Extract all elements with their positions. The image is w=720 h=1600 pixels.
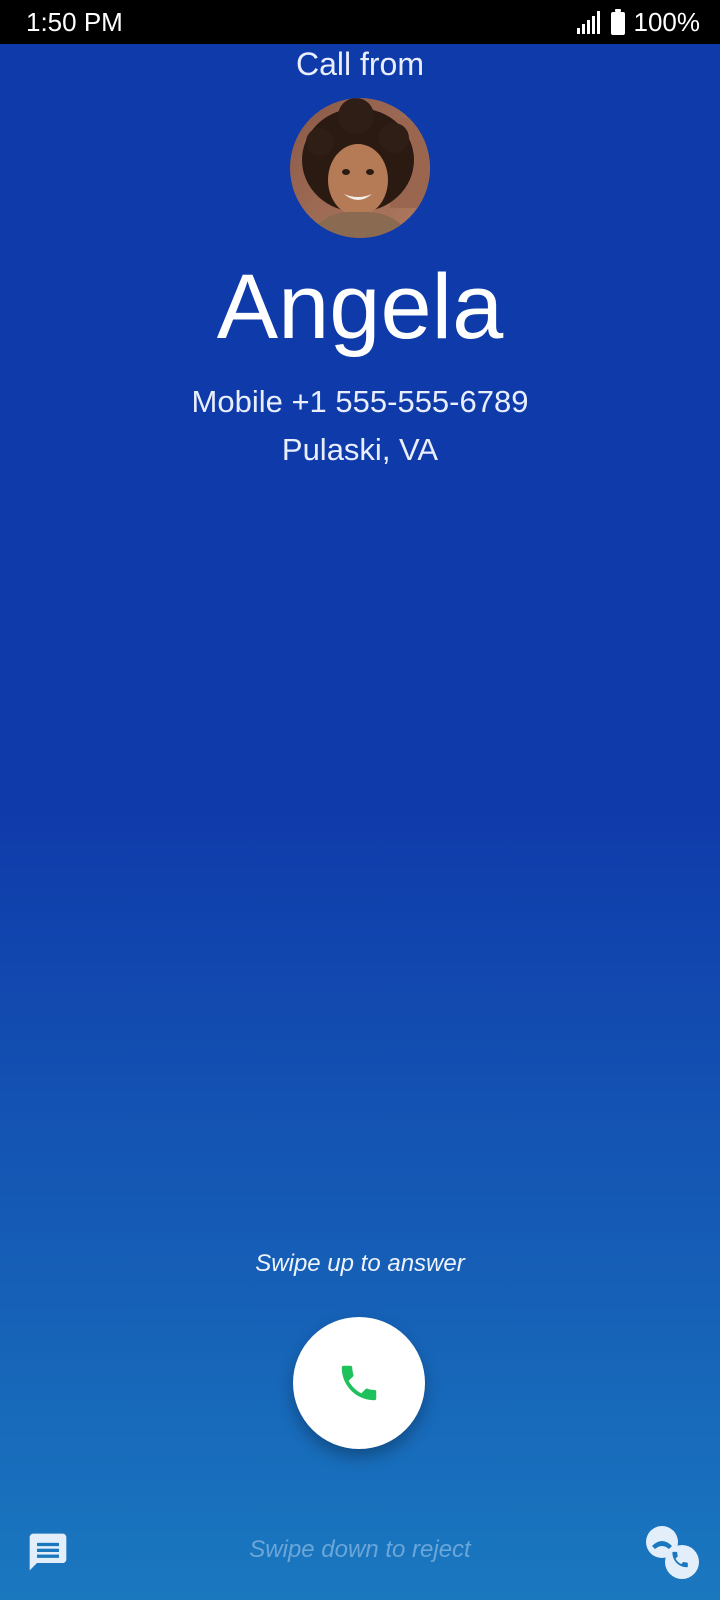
signal-icon <box>576 11 600 34</box>
caller-number: Mobile +1 555-555-6789 <box>191 384 529 419</box>
status-time: 1:50 PM <box>26 7 123 37</box>
battery-percentage: 100% <box>633 7 701 37</box>
caller-name: Angela <box>216 256 504 358</box>
swipe-up-hint: Swipe up to answer <box>255 1250 465 1277</box>
caller-avatar <box>290 98 430 238</box>
status-bar: 1:50 PM 100% <box>0 0 720 44</box>
call-from-label: Call from <box>295 46 424 82</box>
phone-icon <box>341 1365 377 1401</box>
incoming-call-screen: 1:50 PM 100% Call from Angela Mobile +1 … <box>0 0 720 1600</box>
caller-location: Pulaski, VA <box>281 432 439 467</box>
answer-call-button[interactable] <box>293 1317 425 1449</box>
status-indicators: 100% <box>576 7 701 37</box>
swipe-down-hint: Swipe down to reject <box>249 1536 471 1563</box>
battery-icon <box>610 9 625 35</box>
call-reject-icon <box>646 1526 699 1579</box>
reject-with-action-button[interactable] <box>640 1520 704 1584</box>
